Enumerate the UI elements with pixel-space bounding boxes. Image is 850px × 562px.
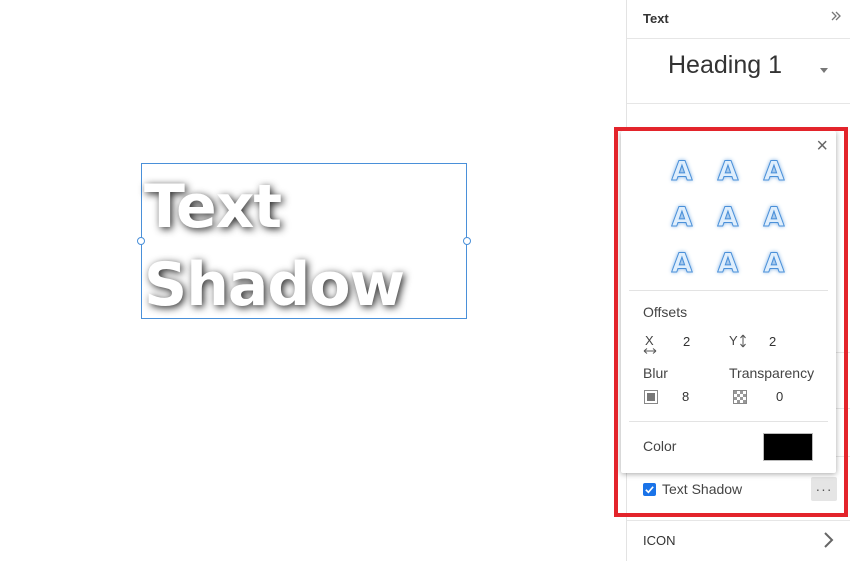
y-offset-value[interactable]: 2 — [769, 334, 776, 349]
shadowed-text[interactable]: Text Shadow — [144, 168, 405, 324]
shadow-preset-3[interactable]: A — [751, 149, 797, 195]
shadow-preset-5[interactable]: A — [705, 195, 751, 241]
shadow-preset-2[interactable]: A — [705, 149, 751, 195]
shadow-preset-7[interactable]: A — [659, 241, 705, 287]
transparency-value[interactable]: 0 — [776, 389, 783, 404]
close-icon[interactable]: × — [816, 136, 828, 156]
shadow-preset-9[interactable]: A — [751, 241, 797, 287]
x-offset-value[interactable]: 2 — [683, 334, 690, 349]
editor-canvas[interactable]: Text Shadow — [0, 0, 626, 561]
text-element-selection[interactable]: Text Shadow — [137, 163, 471, 320]
text-line-2: Shadow — [144, 250, 405, 320]
text-shadow-label: Text Shadow — [662, 481, 743, 497]
text-line-1: Text — [144, 172, 282, 242]
icon-section-label: ICON — [643, 533, 676, 548]
text-shadow-more-button[interactable]: ··· — [811, 477, 837, 501]
double-chevron-right-icon[interactable] — [830, 9, 842, 25]
text-style-dropdown[interactable]: Heading 1 — [627, 39, 850, 104]
text-shadow-popup: × A A A A A A A A A Offsets X 2 Y 2 Blur… — [621, 131, 836, 473]
color-label: Color — [643, 438, 677, 454]
chevron-right-icon — [823, 531, 835, 554]
shadow-preset-6[interactable]: A — [751, 195, 797, 241]
shadow-preset-1[interactable]: A — [659, 149, 705, 195]
check-icon — [645, 485, 654, 493]
blur-value[interactable]: 8 — [682, 389, 689, 404]
divider — [836, 408, 850, 409]
blur-icon — [644, 390, 658, 404]
transparency-checker-icon — [733, 390, 747, 404]
caret-down-icon — [820, 68, 828, 73]
text-shadow-checkbox[interactable] — [643, 482, 656, 496]
y-offset-label: Y — [729, 333, 738, 348]
divider — [836, 352, 850, 353]
divider — [629, 421, 828, 422]
x-offset-label: X — [645, 333, 654, 348]
offsets-label: Offsets — [643, 304, 688, 320]
blur-label: Blur — [643, 365, 668, 381]
vertical-arrows-icon — [740, 334, 746, 348]
shadow-preset-4[interactable]: A — [659, 195, 705, 241]
panel-title: Text — [643, 11, 669, 26]
resize-handle-right[interactable] — [463, 237, 471, 245]
divider — [629, 290, 828, 291]
shadow-color-swatch[interactable] — [763, 433, 813, 461]
horizontal-arrows-icon — [643, 348, 657, 354]
icon-section-row[interactable]: ICON — [627, 520, 850, 562]
shadow-preset-8[interactable]: A — [705, 241, 751, 287]
shadow-preset-grid: A A A A A A A A A — [659, 149, 799, 287]
divider — [836, 456, 850, 457]
transparency-label: Transparency — [729, 365, 815, 381]
text-style-value: Heading 1 — [668, 51, 782, 79]
text-shadow-toggle[interactable]: Text Shadow — [643, 478, 742, 500]
panel-header: Text — [627, 0, 850, 39]
